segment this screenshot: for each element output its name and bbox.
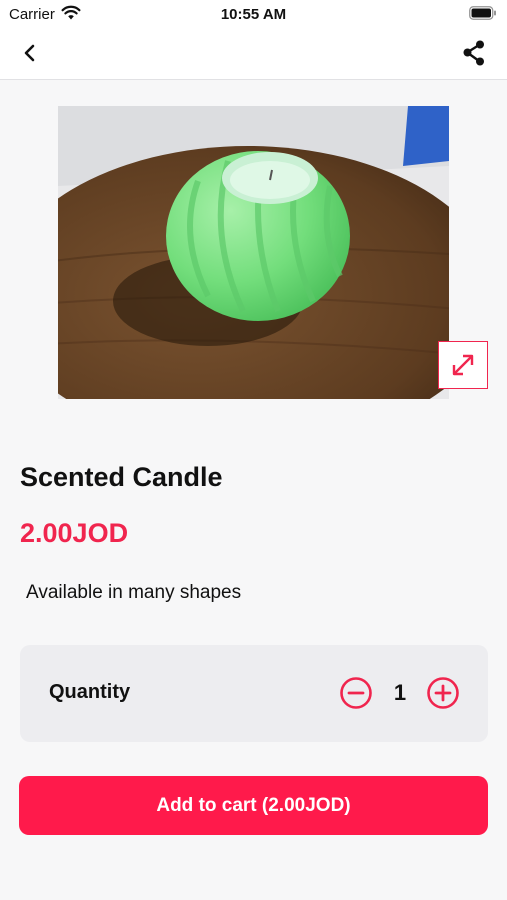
chevron-left-icon (24, 44, 35, 62)
back-button[interactable] (18, 40, 44, 66)
nav-bar (0, 28, 507, 80)
increase-quantity-button[interactable] (426, 676, 460, 710)
decrease-quantity-button[interactable] (339, 676, 373, 710)
expand-image-button[interactable] (438, 341, 488, 389)
share-button[interactable] (459, 38, 489, 68)
add-to-cart-button[interactable]: Add to cart (2.00JOD) (19, 776, 488, 835)
clock: 10:55 AM (220, 6, 287, 23)
product-description: Available in many shapes (26, 582, 242, 603)
expand-arrows-icon (452, 354, 474, 376)
product-price: 2.00JOD (20, 518, 129, 548)
share-icon (463, 40, 484, 66)
plus-circle-icon (427, 677, 459, 709)
quantity-card: Quantity 1 (20, 645, 488, 742)
product-image[interactable] (58, 106, 449, 399)
status-bar: Carrier 10:55 AM (0, 0, 507, 28)
battery-icon (469, 6, 497, 25)
quantity-label: Quantity (49, 681, 131, 703)
quantity-value: 1 (393, 680, 407, 705)
product-title: Scented Candle (20, 462, 223, 492)
minus-circle-icon (340, 677, 372, 709)
